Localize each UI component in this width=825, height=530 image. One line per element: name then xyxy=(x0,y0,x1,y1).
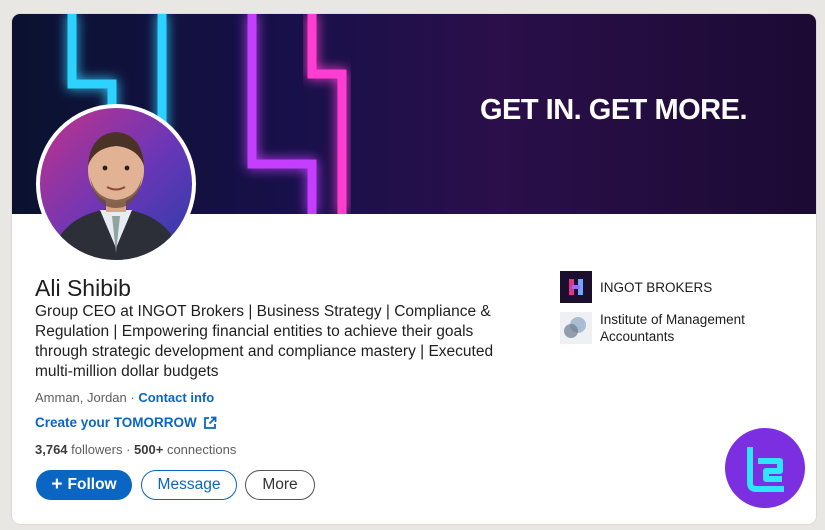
contact-info-link[interactable]: Contact info xyxy=(138,390,214,405)
plus-icon: + xyxy=(51,474,63,495)
profile-name: Ali Shibib xyxy=(35,275,131,301)
more-button[interactable]: More xyxy=(245,470,315,500)
org-name: INGOT BROKERS xyxy=(600,279,713,295)
org-name: Institute of Management Accountants xyxy=(600,312,745,344)
message-label: Message xyxy=(157,476,221,493)
connections-count[interactable]: 500+ xyxy=(134,442,163,457)
org-ima[interactable]: Institute of Management Accountants xyxy=(560,311,770,345)
ingot-logo-icon xyxy=(560,271,592,303)
external-link-icon xyxy=(203,416,217,429)
connections-label: connections xyxy=(163,442,237,457)
avatar[interactable] xyxy=(36,104,196,264)
follow-label: Follow xyxy=(67,476,117,493)
more-label: More xyxy=(262,476,298,493)
profile-headline: Group CEO at INGOT Brokers | Business St… xyxy=(35,303,494,380)
tradingfinder-logo-icon xyxy=(747,447,784,492)
banner-tagline: GET IN. GET MORE. xyxy=(480,94,748,126)
website-label: Create your TOMORROW xyxy=(35,415,197,430)
location-separator: · xyxy=(126,390,139,405)
followers-count[interactable]: 3,764 xyxy=(35,442,68,457)
website-link[interactable]: Create your TOMORROW xyxy=(35,415,217,430)
location-line: Amman, Jordan · Contact info xyxy=(35,390,214,405)
org-ingot-brokers[interactable]: INGOT BROKERS xyxy=(560,271,712,303)
follow-button[interactable]: + Follow xyxy=(36,470,132,500)
followers-label: followers xyxy=(67,442,123,457)
watermark-logo xyxy=(725,428,805,508)
ima-logo-icon xyxy=(560,312,592,344)
stats-separator: · xyxy=(122,442,135,457)
message-button[interactable]: Message xyxy=(141,470,237,500)
profile-stats: 3,764 followers · 500+ connections xyxy=(35,442,236,457)
profile-card: GET IN. GET MORE. Ali Shibib Group CEO a… xyxy=(12,14,816,524)
person-portrait-icon xyxy=(50,132,182,260)
location-text: Amman, Jordan xyxy=(35,390,127,405)
